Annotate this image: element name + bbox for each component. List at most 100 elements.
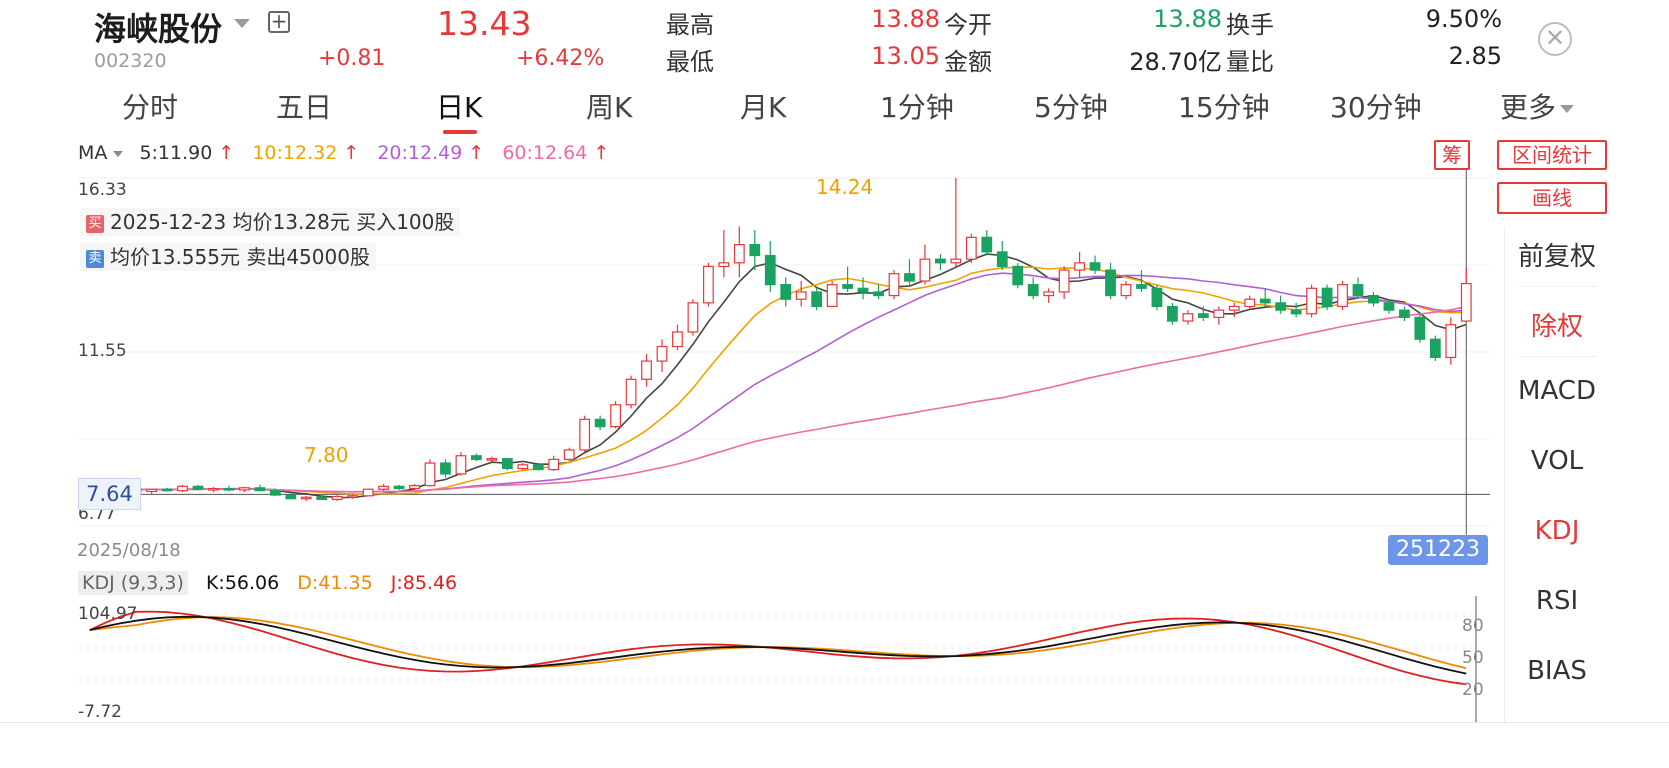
tab-1min[interactable]: 1分钟	[880, 86, 954, 126]
candle-body	[1151, 287, 1163, 308]
kdj-k-value: K:56.06	[205, 572, 280, 594]
current-price: 13.43	[437, 4, 532, 43]
candle-body	[517, 464, 529, 470]
indicator-bias[interactable]: BIAS	[1505, 656, 1609, 686]
candle-body	[873, 291, 884, 297]
quote-value-turnover: 9.50%	[1425, 5, 1502, 33]
candle-body	[703, 265, 714, 304]
start-date-label: 2025/08/18	[77, 540, 181, 561]
chip-distribution-button[interactable]: 筹	[1434, 140, 1470, 170]
tab-30min[interactable]: 30分钟	[1330, 86, 1422, 126]
chevron-down-icon[interactable]	[234, 19, 250, 28]
kdj-legend[interactable]: KDJ (9,3,3) K:56.06 D:41.35 J:85.46	[78, 571, 469, 595]
candle-body	[935, 258, 946, 264]
indicator-macd[interactable]: MACD	[1505, 376, 1609, 406]
indicator-kdj[interactable]: KDJ	[1505, 516, 1609, 546]
crosshair-date-badge: 251223	[1388, 535, 1488, 565]
draw-line-button[interactable]: 画线	[1497, 182, 1607, 214]
tab-5min[interactable]: 5分钟	[1034, 86, 1108, 126]
candle-body	[239, 487, 250, 491]
ma5-line	[89, 253, 1467, 499]
candle-body	[269, 490, 281, 496]
crosshair-price-label: 7.64	[78, 478, 141, 510]
tab-monthly-k[interactable]: 月K	[740, 86, 786, 126]
tab-more[interactable]: 更多	[1500, 86, 1575, 126]
candle-body	[1429, 338, 1441, 359]
indicator-vol[interactable]: VOL	[1505, 446, 1609, 476]
close-icon[interactable]: ✕	[1538, 22, 1572, 56]
candle-body	[625, 378, 637, 406]
quote-label-high: 最高	[666, 11, 714, 39]
candle-body	[1368, 294, 1379, 304]
stock-name[interactable]: 海峡股份	[94, 4, 222, 50]
candle-body	[1182, 313, 1194, 322]
chevron-down-icon	[113, 150, 124, 157]
period-tabs: 分时 五日 日K 周K 月K 1分钟 5分钟 15分钟 30分钟 更多	[0, 82, 1669, 138]
y-axis-mid-label: 11.55	[78, 341, 127, 361]
candle-body	[764, 254, 776, 286]
quote-label-turnover: 换手	[1226, 11, 1274, 39]
candle-body	[687, 302, 699, 333]
ma10-value: 10:12.32 ↑	[252, 142, 360, 164]
candle-body	[1445, 324, 1457, 359]
candle-body	[378, 485, 389, 490]
quote-value-volume-ratio: 2.85	[1448, 42, 1502, 70]
stock-header: 海峡股份 + 002320 13.43 +0.81 +6.42% 最高 13.8…	[0, 0, 1669, 82]
candle-body	[285, 494, 297, 500]
candle-body	[254, 487, 266, 492]
range-stats-button[interactable]: 区间统计	[1497, 140, 1607, 170]
kdj-chart[interactable]	[0, 596, 1500, 722]
tab-five-day[interactable]: 五日	[276, 86, 332, 126]
ma20-line	[89, 272, 1467, 493]
candle-body	[718, 262, 730, 268]
quote-value-low: 13.05	[871, 42, 940, 70]
candle-body	[501, 458, 513, 470]
indicator-rsi[interactable]: RSI	[1505, 586, 1609, 616]
candle-body	[1290, 309, 1302, 315]
kdj-bottom-label: -7.72	[78, 702, 122, 722]
price-change: +0.81	[318, 46, 386, 71]
tab-daily-k[interactable]: 日K	[436, 86, 482, 126]
kdj-j-value: J:85.46	[390, 572, 458, 594]
add-watchlist-icon[interactable]: +	[268, 11, 290, 33]
candle-body	[996, 251, 1008, 268]
kdj-level-20: 20	[1462, 680, 1484, 700]
candle-body	[1321, 287, 1333, 308]
ma60-line	[89, 305, 1467, 493]
quote-label-open: 今开	[944, 11, 992, 39]
quote-value-open: 13.88	[1153, 5, 1222, 33]
candle-body	[1058, 269, 1070, 293]
indicator-side-panel: 前复权 除权 MACD VOL KDJ RSI BIAS	[1504, 226, 1608, 724]
divider	[1519, 356, 1597, 357]
candle-body	[192, 485, 204, 490]
candle-body	[1275, 302, 1287, 311]
sell-trade-info: 卖均价13.555元 卖出45000股	[80, 243, 376, 271]
kdj-k-line	[89, 615, 1467, 675]
forward-adjust-option[interactable]: 前复权	[1505, 236, 1609, 273]
candle-body	[811, 291, 823, 308]
quote-label-amount: 金额	[944, 48, 992, 76]
tab-15min[interactable]: 15分钟	[1178, 86, 1270, 126]
ex-rights-option[interactable]: 除权	[1505, 306, 1609, 343]
tab-weekly-k[interactable]: 周K	[586, 86, 632, 126]
candle-body	[1399, 309, 1410, 319]
buy-tag: 买	[86, 215, 104, 233]
ma-legend[interactable]: MA 5:11.90 ↑ 10:12.32 ↑ 20:12.49 ↑ 60:12…	[78, 142, 621, 168]
quote-value-high: 13.88	[871, 5, 940, 33]
ma-label: MA	[78, 142, 108, 164]
candle-body	[1213, 309, 1225, 319]
y-axis-high-label: 16.33	[78, 180, 127, 200]
candle-body	[1414, 316, 1426, 340]
candle-body	[1012, 265, 1024, 286]
ma20-value: 20:12.49 ↑	[377, 142, 485, 164]
min-price-label: 7.80	[304, 443, 349, 467]
candle-body	[440, 462, 451, 475]
sell-trade-text: 均价13.555元 卖出45000股	[110, 245, 370, 269]
candle-body	[1120, 284, 1132, 297]
candle-body	[842, 284, 853, 289]
quote-label-low: 最低	[666, 48, 714, 76]
tab-intraday[interactable]: 分时	[122, 86, 178, 126]
candle-body	[1197, 313, 1209, 319]
candle-body	[362, 488, 374, 497]
candle-body	[965, 236, 977, 260]
